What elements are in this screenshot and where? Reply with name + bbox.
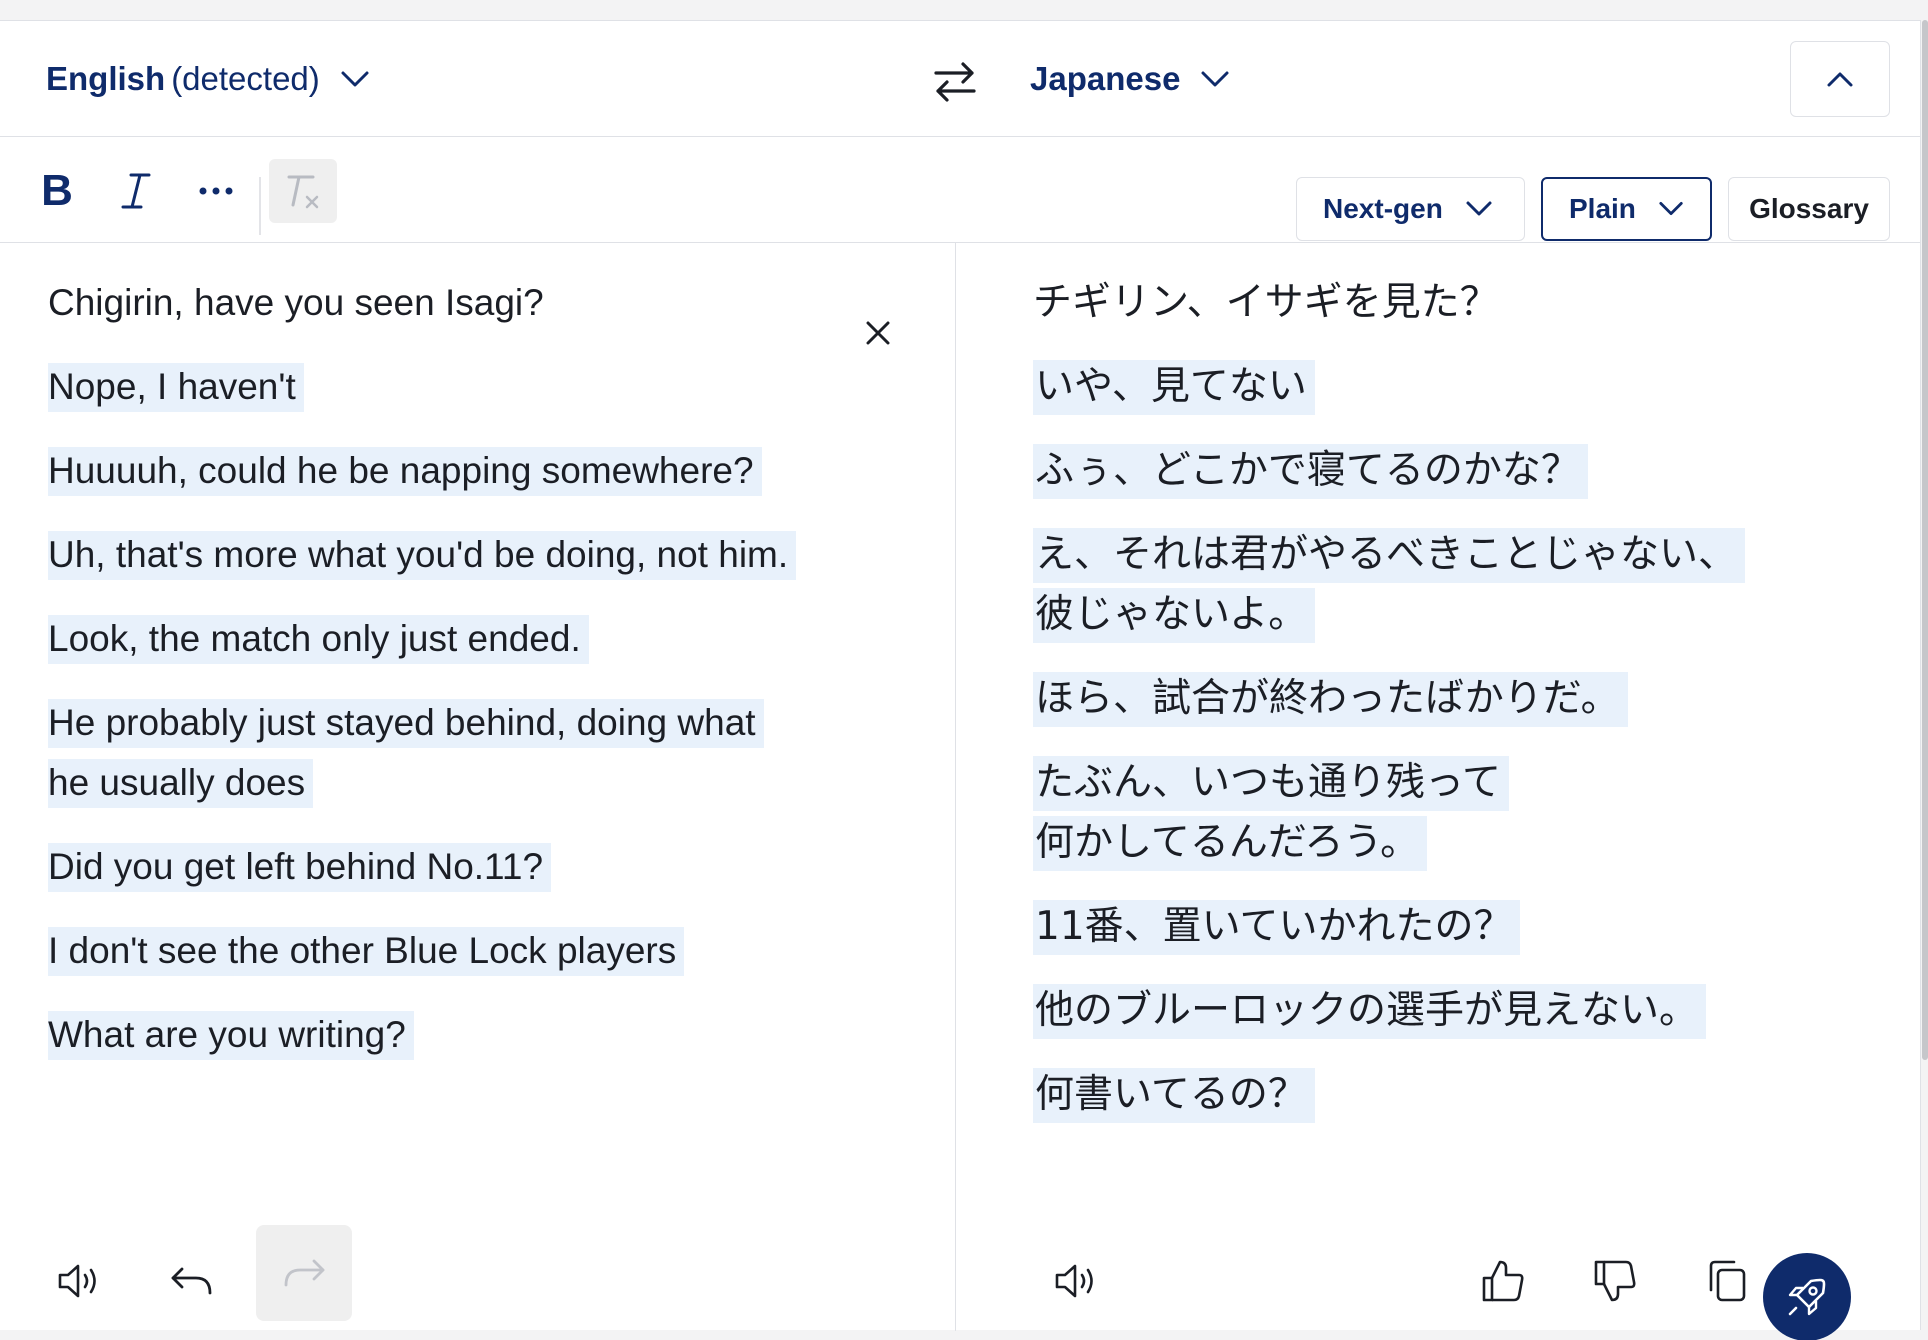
segment-text: Nope, I haven't [48, 363, 304, 412]
italic-icon [121, 173, 151, 209]
segment-text: 彼じゃないよ。 [1033, 588, 1316, 643]
target-text-pane: チギリン、イサギを見た？ いや、見てないふぅ、どこかで寝てるのかな？ え、それは君が… [957, 243, 1920, 1331]
close-icon [866, 321, 890, 345]
segment-text: Huuuuh, could he be napping somewhere? [48, 447, 762, 496]
thumbs-up-button[interactable] [1455, 1233, 1551, 1329]
bold-button[interactable]: B [25, 159, 89, 223]
thumbs-up-icon [1482, 1260, 1524, 1302]
segment-text: I don't see the other Blue Lock players [48, 927, 685, 976]
chevron-up-icon [1827, 72, 1853, 87]
source-language-label: English [46, 60, 166, 97]
collapse-button[interactable] [1790, 41, 1890, 117]
target-segment: ほら、試合が終わったばかりだ。 [1033, 669, 1628, 728]
segment-text: He probably just stayed behind, doing wh… [48, 699, 764, 748]
source-text-pane[interactable]: Chigirin, have you seen Isagi? Nope, I ha… [0, 243, 956, 1331]
segment-text: ほら、試合が終わったばかりだ。 [1033, 672, 1628, 727]
source-segment: I don't see the other Blue Lock players [48, 921, 685, 980]
copy-icon [1709, 1260, 1746, 1302]
segment-text: Look, the match only just ended. [48, 615, 589, 664]
page-scrollbar[interactable] [1921, 20, 1928, 1340]
redo-icon [284, 1259, 325, 1287]
language-bar: English (detected) Japanese [0, 21, 1920, 137]
listen-source-button[interactable] [32, 1233, 128, 1329]
source-segment: Did you get left behind No.11? [48, 837, 552, 896]
upgrade-rocket-button[interactable] [1763, 1253, 1851, 1340]
clear-formatting-button[interactable] [269, 159, 337, 223]
source-language-selector[interactable]: English (detected) [46, 59, 370, 99]
segment-text: 11番、置いていかれたの？ [1033, 900, 1521, 955]
segment-text: Uh, that's more what you'd be doing, not… [48, 531, 797, 580]
target-segment: え、それは君がやるべきことじゃない、 [1033, 525, 1746, 584]
style-dropdown-label: Plain [1569, 193, 1636, 224]
segment-text: he usually does [48, 759, 314, 808]
glossary-button[interactable]: Glossary [1728, 177, 1890, 241]
source-segment: Nope, I haven't [48, 357, 304, 416]
copy-button[interactable] [1679, 1233, 1775, 1329]
model-dropdown-label: Next-gen [1323, 193, 1443, 224]
chevron-down-icon [1466, 201, 1492, 216]
source-segment: he usually does [48, 753, 314, 812]
segment-text: Chigirin, have you seen Isagi? [48, 282, 544, 323]
segment-text: ふぅ、どこかで寝てるのかな？ [1033, 444, 1588, 499]
format-toolbar: B Next-gen Plain Glossary [0, 137, 1920, 243]
thumbs-down-icon [1594, 1260, 1636, 1302]
source-segment: Uh, that's more what you'd be doing, not… [48, 525, 797, 584]
translator-app: English (detected) Japanese B Next-gen P… [0, 20, 1921, 1340]
detected-label: (detected) [171, 60, 320, 97]
clear-source-button[interactable] [858, 313, 898, 353]
chevron-down-icon [1659, 202, 1683, 216]
source-segment: Huuuuh, could he be napping somewhere? [48, 441, 762, 500]
swap-languages-button[interactable] [930, 57, 980, 107]
undo-button[interactable] [144, 1233, 240, 1329]
chevron-down-icon [1201, 71, 1229, 87]
model-dropdown[interactable]: Next-gen [1296, 177, 1525, 241]
segment-text: たぶん、いつも通り残って [1033, 756, 1510, 811]
source-segment: What are you writing? [48, 1005, 414, 1064]
chevron-down-icon [341, 71, 369, 87]
swap-arrows-icon [934, 62, 976, 102]
toolbar-divider [259, 177, 261, 235]
segment-text: 何かしてるんだろう。 [1033, 816, 1428, 871]
speaker-icon [58, 1264, 96, 1298]
rocket-icon [1788, 1278, 1826, 1316]
segment-text: 何書いてるの？ [1033, 1068, 1315, 1123]
segment-text: え、それは君がやるべきことじゃない、 [1033, 528, 1746, 583]
target-segment: 彼じゃないよ。 [1033, 585, 1316, 644]
clear-format-icon [287, 175, 319, 209]
target-segment: 何かしてるんだろう。 [1033, 813, 1428, 872]
segment-text: いや、見てない [1033, 360, 1315, 415]
thumbs-down-button[interactable] [1567, 1233, 1663, 1329]
target-segment: 11番、置いていかれたの？ [1033, 897, 1521, 956]
listen-translation-button[interactable] [1029, 1233, 1125, 1329]
target-language-selector[interactable]: Japanese [1030, 59, 1230, 99]
target-segment: いや、見てない [1033, 357, 1315, 416]
scrollbar-thumb[interactable] [1922, 20, 1928, 1060]
segment-text: What are you writing? [48, 1011, 414, 1060]
speaker-icon [1055, 1264, 1093, 1298]
undo-icon [171, 1267, 212, 1295]
target-segment: チギリン、イサギを見た？ [1033, 273, 1499, 332]
target-segment: ふぅ、どこかで寝てるのかな？ [1033, 441, 1588, 500]
italic-button[interactable] [104, 159, 168, 223]
segment-text: 他のブルーロックの選手が見えない。 [1033, 984, 1707, 1039]
source-segment: Chigirin, have you seen Isagi? [48, 273, 544, 332]
source-segment: He probably just stayed behind, doing wh… [48, 693, 764, 752]
target-language-label: Japanese [1030, 60, 1181, 97]
source-segment: Look, the match only just ended. [48, 609, 589, 668]
target-segment: たぶん、いつも通り残って [1033, 753, 1510, 812]
target-segment: 他のブルーロックの選手が見えない。 [1033, 981, 1707, 1040]
more-options-button[interactable] [184, 159, 248, 223]
segment-text: Did you get left behind No.11? [48, 843, 552, 892]
redo-button[interactable] [256, 1225, 352, 1321]
target-segment: 何書いてるの？ [1033, 1065, 1315, 1124]
segment-text: チギリン、イサギを見た？ [1033, 280, 1499, 325]
more-horizontal-icon [199, 187, 233, 195]
style-dropdown[interactable]: Plain [1541, 177, 1712, 241]
